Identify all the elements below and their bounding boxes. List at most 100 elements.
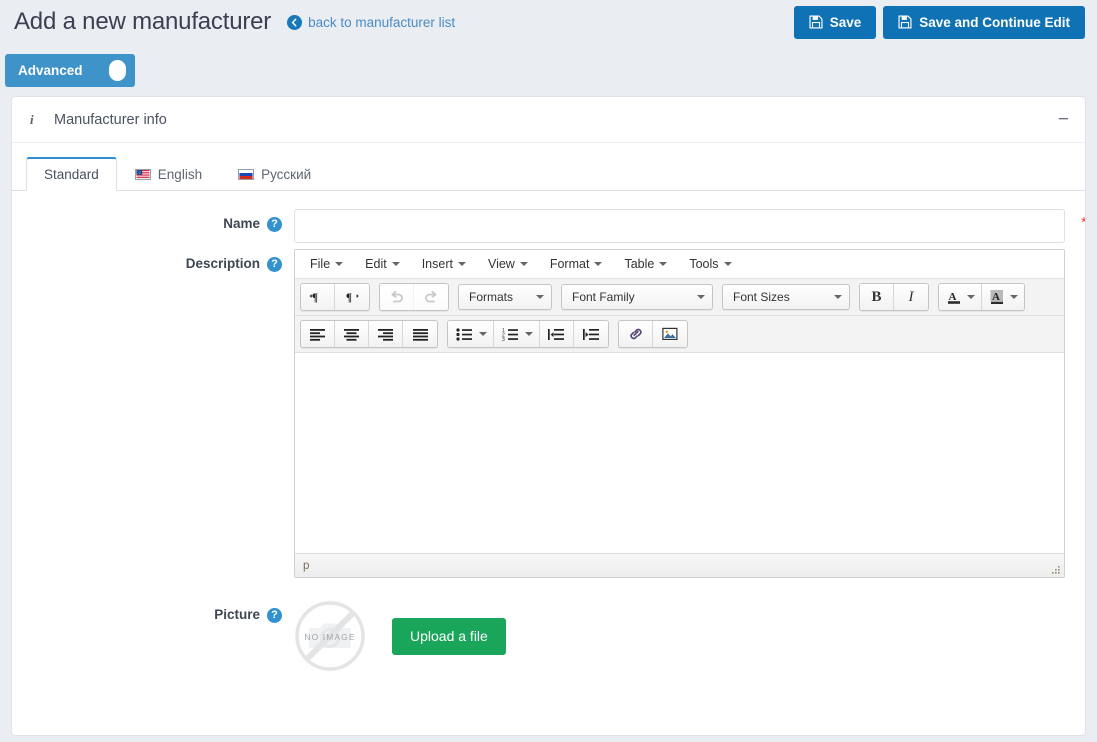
editor-statusbar: p [295,553,1064,577]
description-row: Description ? File Edit Insert [32,249,1065,578]
menu-format[interactable]: Format [539,252,614,277]
picture-control: NO IMAGE Upload a file [294,600,1065,672]
tab-english[interactable]: English [117,157,220,191]
name-control: * [294,209,1065,243]
menu-tools[interactable]: Tools [678,252,742,277]
italic-glyph: I [909,289,914,306]
required-marker: * [1081,215,1086,230]
arrow-left-circle-icon [287,15,302,30]
back-link-label: back to manufacturer list [308,15,455,30]
menu-view-label: View [488,257,515,271]
rtl-paragraph-icon[interactable]: ¶ [335,284,369,310]
page-title: Add a new manufacturer [14,8,271,36]
question-mark-icon[interactable]: ? [267,257,282,272]
align-left-icon[interactable] [301,321,335,347]
name-row: Name ? * [32,209,1065,243]
indent-icon[interactable] [574,321,608,347]
text-color-icon[interactable]: A [939,284,982,310]
back-to-list-link[interactable]: back to manufacturer list [287,15,455,30]
bullet-list-icon[interactable] [448,321,494,347]
numbered-list-icon[interactable]: 123 [494,321,540,347]
outdent-icon[interactable] [540,321,574,347]
tab-standard[interactable]: Standard [26,157,117,191]
menu-edit-label: Edit [365,257,387,271]
question-mark-icon[interactable]: ? [267,608,282,623]
chevron-down-icon [594,262,602,266]
no-image-label: NO IMAGE [304,632,355,642]
chevron-down-icon [967,295,975,299]
italic-icon[interactable]: I [894,284,928,310]
upload-a-file-button[interactable]: Upload a file [392,618,506,655]
color-group: A A [938,283,1025,311]
floppy-disk-icon [898,15,912,29]
menu-table-label: Table [624,257,654,271]
link-icon[interactable] [619,321,653,347]
resize-grip-icon[interactable] [1049,563,1061,575]
direction-group: ¶ ¶ [300,283,370,311]
description-control: File Edit Insert View Format [294,249,1065,578]
alignment-group [300,320,438,348]
text-style-group: B I [859,283,929,311]
align-justify-icon[interactable] [403,321,437,347]
editor-toolbar-row-1: ¶ ¶ [295,279,1064,316]
editor-content-area[interactable] [295,353,1064,553]
upload-button-label: Upload a file [410,628,488,644]
menu-view[interactable]: View [477,252,539,277]
manufacturer-info-panel: i Manufacturer info − Standard [11,96,1086,736]
element-path[interactable]: p [303,560,309,572]
undo-icon[interactable] [380,284,414,310]
svg-text:3: 3 [502,336,505,340]
page-header: Add a new manufacturer back to manufactu… [0,0,1097,44]
list-indent-group: 123 [447,320,609,348]
formats-dropdown-label: Formats [469,290,513,304]
picture-row: Picture ? NO IMAGE Upload a file [32,600,1065,692]
chevron-down-icon [392,262,400,266]
backcolor-glyph: A [992,291,1000,303]
svg-text:¶: ¶ [312,292,318,304]
rich-text-editor: File Edit Insert View Format [294,249,1065,578]
ltr-paragraph-icon[interactable]: ¶ [301,284,335,310]
font-family-dropdown-label: Font Family [572,290,635,304]
chevron-down-icon [335,262,343,266]
minus-icon[interactable]: − [1056,110,1071,129]
name-input[interactable] [294,209,1065,243]
advanced-mode-toggle[interactable]: Advanced [5,54,135,87]
header-actions: Save Save and Continue Edit [794,6,1085,39]
menu-edit[interactable]: Edit [354,252,411,277]
description-label-group: Description ? [32,249,294,279]
align-right-icon[interactable] [369,321,403,347]
font-family-dropdown[interactable]: Font Family [561,284,713,310]
align-center-icon[interactable] [335,321,369,347]
name-label-group: Name ? [32,209,294,239]
floppy-disk-icon [809,15,823,29]
svg-text:¶: ¶ [345,292,351,304]
panel-header: i Manufacturer info − [12,97,1085,143]
menu-insert-label: Insert [422,257,453,271]
chevron-down-icon [697,295,705,299]
save-and-continue-edit-label: Save and Continue Edit [919,15,1070,30]
formats-dropdown[interactable]: Formats [458,284,552,310]
menu-format-label: Format [550,257,590,271]
menu-file[interactable]: File [299,252,354,277]
menu-insert[interactable]: Insert [411,252,477,277]
menu-file-label: File [310,257,330,271]
history-group [379,283,449,311]
manufacturer-form: Name ? * Description ? File [12,191,1085,692]
menu-table[interactable]: Table [613,252,678,277]
image-icon[interactable] [653,321,687,347]
font-sizes-dropdown[interactable]: Font Sizes [722,284,850,310]
chevron-down-icon [458,262,466,266]
chevron-down-icon [536,295,544,299]
tab-russian[interactable]: Русский [220,157,329,191]
save-and-continue-edit-button[interactable]: Save and Continue Edit [883,6,1085,39]
redo-icon[interactable] [414,284,448,310]
save-button[interactable]: Save [794,6,877,39]
bold-icon[interactable]: B [860,284,894,310]
save-button-label: Save [830,15,862,30]
tab-english-label: English [158,167,202,182]
picture-label: Picture [214,600,260,630]
background-color-icon[interactable]: A [982,284,1024,310]
question-mark-icon[interactable]: ? [267,217,282,232]
bold-glyph: B [871,289,881,306]
chevron-down-icon [1010,295,1018,299]
